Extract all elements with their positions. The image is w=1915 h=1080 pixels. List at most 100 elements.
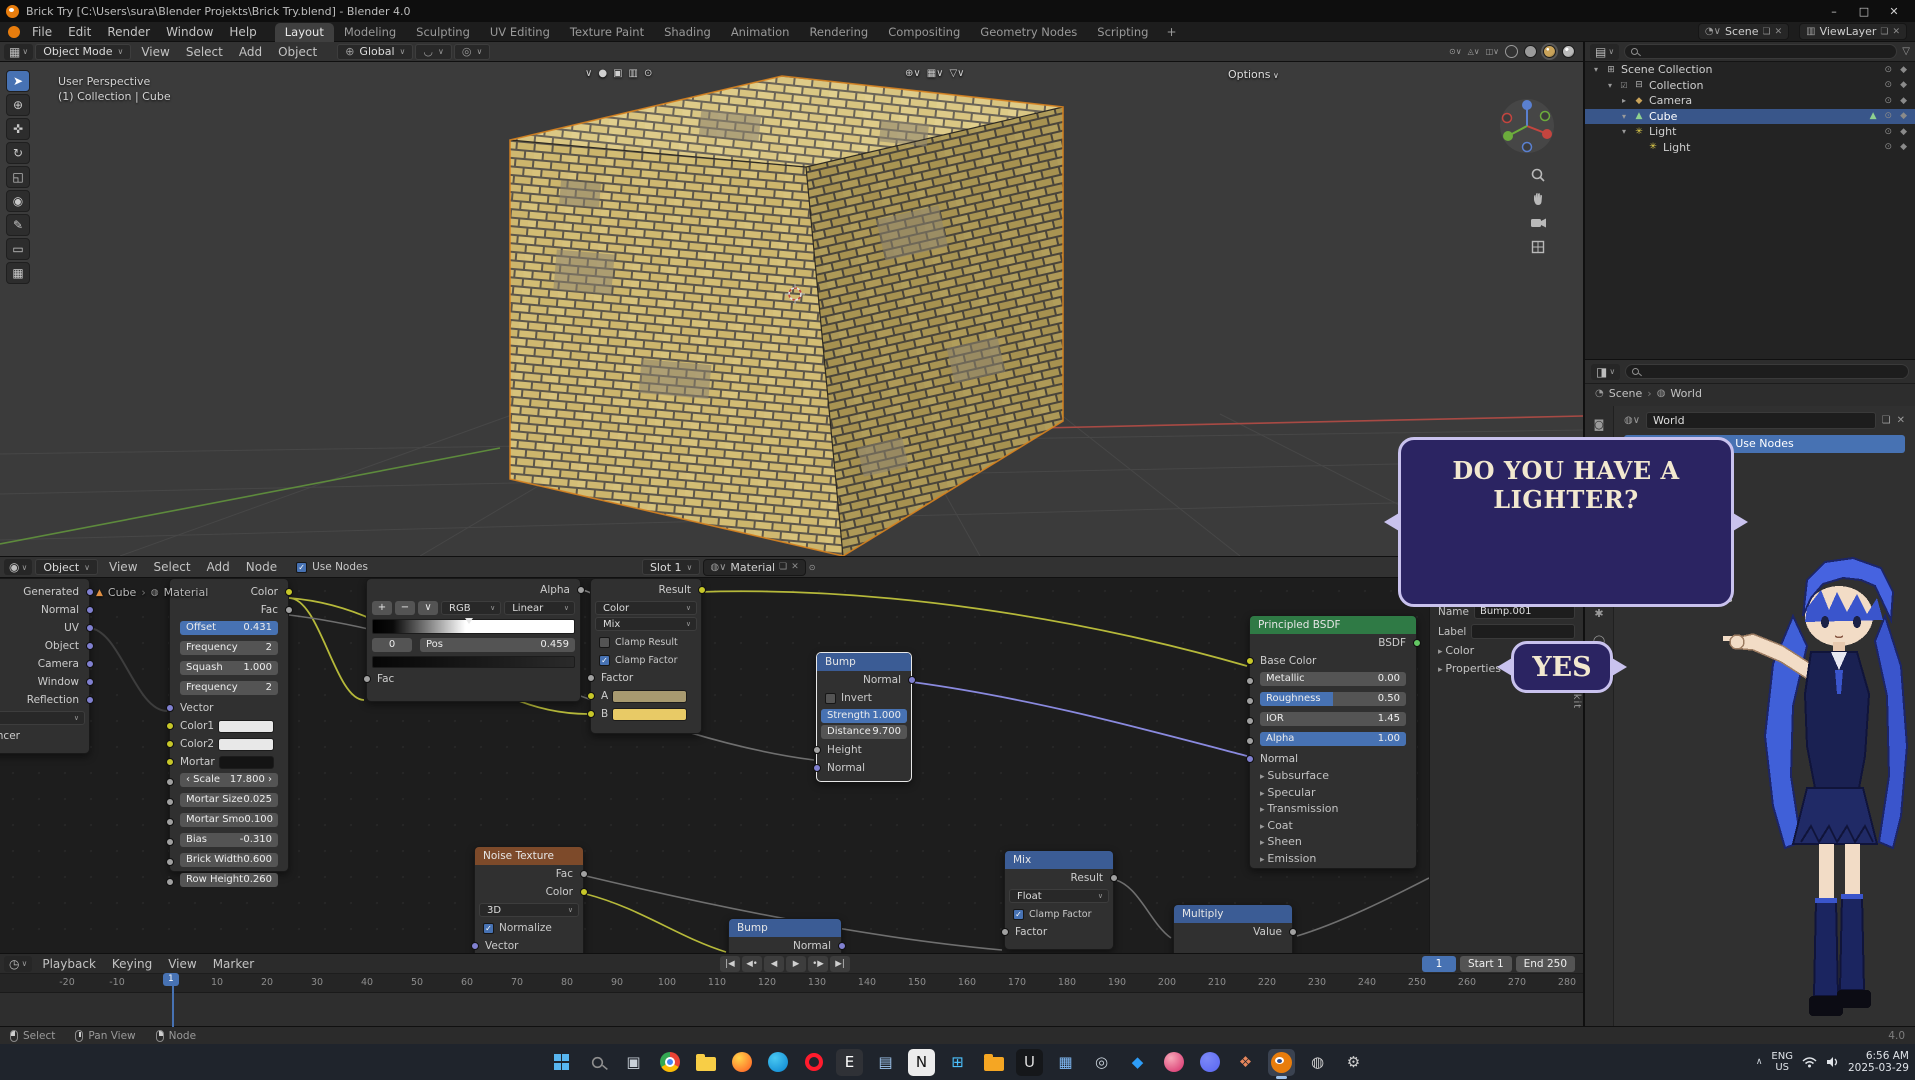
shader-type-dropdown[interactable]: Object [35, 559, 98, 575]
color-panel-header[interactable]: Color [1438, 644, 1474, 657]
timeline-menu-playback[interactable]: Playback [34, 957, 104, 971]
taskbar-ms-store[interactable]: ⊞ [944, 1049, 971, 1076]
ramp-interpolation-dropdown[interactable]: Linear [504, 601, 575, 615]
overlays-dropdown-icon[interactable]: ◫∨ [1486, 47, 1499, 56]
outliner-row-collection-1[interactable]: ▾☑⊟Collection⊙◆ [1585, 78, 1915, 94]
node-mix-float[interactable]: Mix Result Float Clamp Factor Factor [1004, 850, 1114, 950]
breadcrumb-world[interactable]: World [1670, 387, 1702, 400]
world-name-field[interactable]: World [1646, 412, 1876, 429]
hide-in-viewport-icon[interactable]: ⊙ [1885, 65, 1893, 75]
mix-data-type-dropdown[interactable]: Color [595, 601, 697, 615]
mix-blend-mode-dropdown[interactable]: Mix [595, 617, 697, 631]
taskbar-file-explorer[interactable] [692, 1049, 719, 1076]
socket-uv[interactable] [86, 624, 94, 632]
node-noise-texture[interactable]: Noise Texture Fac Color 3D Normalize Vec… [474, 846, 584, 953]
hide-in-viewport-icon[interactable]: ⊙ [1885, 142, 1893, 152]
socket-alpha[interactable] [1246, 737, 1254, 745]
collection-checkbox-icon[interactable]: ☑ [1619, 81, 1629, 90]
frame-end-field[interactable]: End 250 [1516, 956, 1575, 972]
workspace-tab-uv-editing[interactable]: UV Editing [480, 23, 560, 42]
ramp-gradient-bar[interactable] [372, 619, 575, 634]
workspace-tab-scripting[interactable]: Scripting [1087, 23, 1158, 42]
brick-input-scale-slider[interactable]: ‹ Scale17.800 › [180, 773, 278, 787]
scene-delete-icon[interactable]: ✕ [1775, 27, 1783, 37]
mix-float-clamp-checkbox[interactable]: Clamp Factor [1005, 905, 1113, 923]
socket-scale[interactable] [166, 778, 174, 786]
clamp-result-checkbox[interactable]: Clamp Result [591, 633, 701, 651]
socket-base-color[interactable] [1246, 657, 1254, 665]
shader-menu-add[interactable]: Add [199, 560, 238, 574]
socket-camera[interactable] [86, 660, 94, 668]
taskbar-edge[interactable] [764, 1049, 791, 1076]
taskbar-opera[interactable] [800, 1049, 827, 1076]
socket-fac[interactable] [285, 606, 293, 614]
play-reverse-button[interactable]: ◀ [764, 956, 784, 972]
snapping-dropdown[interactable]: ◡ [415, 44, 451, 60]
playhead[interactable]: 1 [172, 974, 174, 1027]
taskbar-ubisoft-connect[interactable]: U [1016, 1049, 1043, 1076]
timeline-menu-marker[interactable]: Marker [205, 957, 262, 971]
hide-in-viewport-icon[interactable]: ⊙ [1885, 96, 1893, 106]
tool-annotate[interactable]: ✎ [6, 214, 30, 236]
socket-generated[interactable] [86, 588, 94, 596]
cube-object[interactable] [510, 76, 1063, 556]
taskbar-discord[interactable] [1196, 1049, 1223, 1076]
menu-help[interactable]: Help [221, 25, 264, 39]
timeline-editor-type-button[interactable]: ◷ [4, 956, 32, 972]
viewport-3d[interactable]: ➤⊕✜↻◱◉✎▭▦ User Perspective (1) Collectio… [0, 62, 1583, 556]
viewport-menu-select[interactable]: Select [178, 45, 231, 59]
principled-ior-slider[interactable]: IOR1.45 [1260, 712, 1406, 726]
mix-b-color-swatch[interactable] [612, 708, 687, 721]
hide-in-viewport-icon[interactable]: ⊙ [1885, 127, 1893, 137]
disclosure-icon[interactable]: ▾ [1605, 81, 1615, 90]
pan-hand-icon[interactable] [1527, 188, 1549, 210]
socket-brick-width[interactable] [166, 858, 174, 866]
viewport-options-button[interactable]: Options [1228, 68, 1279, 81]
socket-mortar-size[interactable] [166, 798, 174, 806]
shading-material-preview-button[interactable] [1543, 45, 1556, 58]
taskbar-epic-games[interactable]: E [836, 1049, 863, 1076]
timeline-tracks[interactable] [0, 993, 1583, 1027]
node-bump[interactable]: Bump Normal Invert Strength1.000 Distanc… [816, 652, 912, 782]
shading-solid-button[interactable] [1524, 45, 1537, 58]
jump-to-start-button[interactable]: |◀ [720, 956, 740, 972]
viewport-menu-view[interactable]: View [133, 45, 177, 59]
brick-input-bias-slider[interactable]: Bias-0.310 [180, 833, 278, 847]
gizmos-dropdown-icon[interactable]: ◬∨ [1468, 47, 1480, 56]
socket-ior[interactable] [1246, 717, 1254, 725]
tool-transform[interactable]: ◉ [6, 190, 30, 212]
transform-orientation-dropdown[interactable]: ⊕Global [337, 44, 413, 60]
taskbar-obs[interactable]: ◍ [1304, 1049, 1331, 1076]
next-keyframe-button[interactable]: •▶ [808, 956, 828, 972]
outliner-row-camera-2[interactable]: ▸◆Camera⊙◆ [1585, 93, 1915, 109]
node-label-field[interactable] [1471, 624, 1575, 639]
shading-wireframe-button[interactable] [1505, 45, 1518, 58]
jump-to-end-button[interactable]: ▶| [830, 956, 850, 972]
brick-field-frequency-slider[interactable]: Frequency2 [180, 641, 278, 655]
tool-select[interactable]: ➤ [6, 70, 30, 92]
timeline-menu-view[interactable]: View [160, 957, 204, 971]
menu-file[interactable]: File [24, 25, 60, 39]
disclosure-icon[interactable]: ▾ [1591, 65, 1601, 74]
workspace-tab-layout[interactable]: Layout [275, 23, 334, 42]
workspace-tab-geometry-nodes[interactable]: Geometry Nodes [970, 23, 1087, 42]
principled-header[interactable]: Principled BSDF [1250, 616, 1416, 634]
disable-in-renders-icon[interactable]: ◆ [1900, 65, 1907, 75]
socket-row-height[interactable] [166, 878, 174, 886]
node-math-multiply[interactable]: Multiply Value [1173, 904, 1293, 953]
tray-expand-icon[interactable]: ∧ [1756, 1057, 1763, 1067]
principled-section-transmission[interactable]: Transmission [1250, 801, 1416, 818]
socket-window[interactable] [86, 678, 94, 686]
workspace-tab-modeling[interactable]: Modeling [334, 23, 406, 42]
taskbar-notion[interactable]: N [908, 1049, 935, 1076]
add-workspace-button[interactable]: + [1158, 23, 1184, 41]
brick-field-frequency-slider[interactable]: Frequency2 [180, 681, 278, 695]
properties-search-input[interactable] [1625, 364, 1909, 379]
socket-color[interactable] [285, 588, 293, 596]
node-color-ramp[interactable]: Alpha + − ∨ RGB Linear 0 Pos0.459 Fac [366, 578, 581, 702]
taskbar-task-view[interactable]: ▣ [620, 1049, 647, 1076]
taskbar-notepad[interactable]: ▤ [872, 1049, 899, 1076]
shader-menu-node[interactable]: Node [238, 560, 285, 574]
tool-rotate[interactable]: ↻ [6, 142, 30, 164]
material-unlink-icon[interactable]: ✕ [791, 562, 799, 572]
